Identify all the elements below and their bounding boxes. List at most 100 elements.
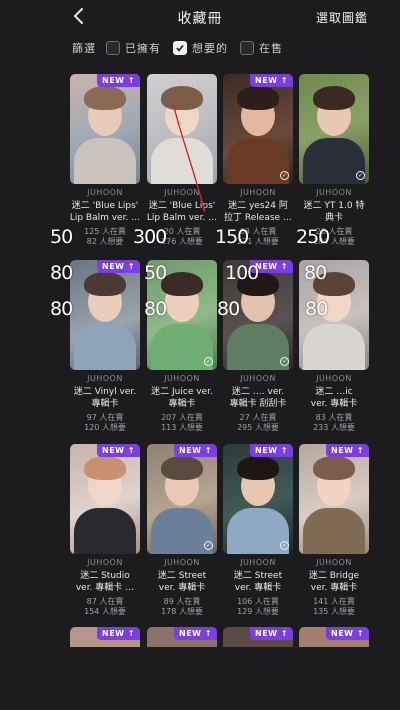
- card-title-line2: ver. 專輯卡: [158, 583, 206, 593]
- new-badge: NEW ↑: [326, 627, 369, 640]
- top-bar: 收藏冊 選取圖鑑: [0, 0, 400, 36]
- photocard-item[interactable]: ✓ JUHOON 迷二 YT 1.0 特 典卡 20 人在賣 184 人想要 2…: [296, 74, 369, 248]
- check-circle-icon: ✓: [204, 541, 213, 550]
- card-title-line1: 迷二 …. ver.: [231, 387, 285, 397]
- handwritten-price: 80: [304, 262, 327, 284]
- photo-shirt: [151, 138, 213, 184]
- photo-hair: [237, 86, 279, 110]
- card-title-line1: 迷二 Bridge: [308, 571, 360, 581]
- card-title-line2: ver. 專輯卡: [310, 583, 358, 593]
- card-partial[interactable]: NEW ↑: [299, 627, 369, 647]
- card-title-line1: 迷二 Street: [233, 571, 283, 581]
- check-circle-icon: ✓: [280, 171, 289, 180]
- photo-shirt: [303, 324, 365, 370]
- card-title-line2: Lip Balm ver. …: [69, 213, 141, 223]
- filter-label: 篩選: [72, 42, 96, 55]
- card-title-line1: 迷二 Studio: [80, 571, 130, 581]
- card-title-line1: 迷二 'Blue Lips': [71, 201, 139, 211]
- filter-on-sale-label: 在售: [259, 42, 283, 55]
- card-title: 迷二 Street ver. 專輯卡: [141, 570, 223, 594]
- card-title: 迷二 yes24 阿 拉丁 Release …: [217, 200, 299, 224]
- photocard-item[interactable]: JUHOON 迷二 'Blue Lips' Lip Balm ver. … 20…: [133, 74, 217, 248]
- photocard-item[interactable]: NEW ↑ ✓ JUHOON 迷二 yes24 阿 拉丁 Release … 63…: [215, 74, 293, 248]
- photocard-image[interactable]: NEW ↑ ✓: [223, 444, 293, 554]
- photo-hair: [84, 456, 126, 480]
- handwritten-price: 100: [225, 262, 259, 284]
- card-title-line2: ver. 專輯卡 …: [75, 583, 135, 593]
- member-name: JUHOON: [316, 374, 352, 383]
- card-partial[interactable]: NEW ↑: [70, 627, 140, 647]
- filter-on-sale[interactable]: 在售: [240, 40, 283, 56]
- checkbox-owned[interactable]: [106, 41, 120, 55]
- photocard-image[interactable]: NEW ↑: [70, 260, 140, 370]
- member-name: JUHOON: [87, 374, 123, 383]
- card-title-line2: Lip Balm ver. …: [146, 213, 218, 223]
- photocard-item[interactable]: NEW ↑ JUHOON 迷二 Studio ver. 專輯卡 … 87 人在賣…: [50, 298, 140, 616]
- check-circle-icon: ✓: [204, 357, 213, 366]
- photocard-image[interactable]: NEW ↑: [70, 74, 140, 184]
- wanted-count: 233 人想要: [313, 423, 355, 432]
- partial-row: NEW ↑ NEW ↑ NEW ↑ NEW ↑: [70, 627, 370, 647]
- card-title: 迷二 Bridge ver. 專輯卡: [293, 570, 375, 594]
- photocard-image[interactable]: NEW ↑: [299, 444, 369, 554]
- card-title-line1: 迷二 yes24 阿: [228, 201, 288, 211]
- photocard-item[interactable]: NEW ↑ JUHOON 迷二 'Blue Lips' Lip Balm ver…: [50, 74, 140, 248]
- photo-shirt: [303, 508, 365, 554]
- handwritten-price: 80: [144, 298, 167, 320]
- member-name: JUHOON: [164, 374, 200, 383]
- card-title: 迷二 YT 1.0 特 典卡: [293, 200, 375, 224]
- card-partial[interactable]: NEW ↑: [223, 627, 293, 647]
- new-badge: NEW ↑: [174, 627, 217, 640]
- photocard-image[interactable]: NEW ↑ ✓: [147, 444, 217, 554]
- card-title-line1: 迷二 Vinyl ver.: [73, 387, 137, 397]
- photocard-image[interactable]: ✓: [299, 74, 369, 184]
- check-circle-icon: ✓: [356, 171, 365, 180]
- photocard-item[interactable]: NEW ↑ ✓ JUHOON 迷二 Street ver. 專輯卡 106 人在賣…: [217, 298, 293, 616]
- card-title-line2: 專輯卡 刮刮卡: [229, 399, 287, 409]
- handwritten-price: 80: [50, 262, 73, 284]
- handwritten-price: 150: [215, 226, 249, 248]
- photo-shirt: [74, 324, 136, 370]
- card-title-line2: ver. 專輯卡: [234, 583, 282, 593]
- filter-wanted-label: 想要的: [192, 42, 228, 55]
- card-title: 迷二 'Blue Lips' Lip Balm ver. …: [64, 200, 146, 224]
- member-name: JUHOON: [87, 188, 123, 197]
- card-partial[interactable]: NEW ↑: [147, 627, 217, 647]
- card-title-line2: 專輯卡: [91, 399, 119, 409]
- new-badge: NEW ↑: [326, 444, 369, 457]
- checkbox-on-sale[interactable]: [240, 41, 254, 55]
- select-album-button[interactable]: 選取圖鑑: [316, 9, 368, 26]
- new-badge: NEW ↑: [97, 627, 140, 640]
- wanted-count: 295 人想要: [237, 423, 279, 432]
- photocard-item[interactable]: NEW ↑ JUHOON 迷二 Bridge ver. 專輯卡 141 人在賣 …: [299, 298, 369, 616]
- handwritten-price: 80: [305, 298, 328, 320]
- photocard-item[interactable]: JUHOON 迷二 …ic ver. 專輯卡 83 人在賣 233 人想要 80: [299, 260, 369, 432]
- card-title-line1: 迷二 Street: [157, 571, 207, 581]
- handwritten-price: 80: [50, 298, 73, 320]
- card-title-line2: ver. 專輯卡: [310, 399, 358, 409]
- photo-hair: [84, 86, 126, 110]
- member-name: JUHOON: [87, 558, 123, 567]
- photocard-item[interactable]: NEW ↑ ✓ JUHOON 迷二 Street ver. 專輯卡 89 人在賣 …: [144, 298, 217, 616]
- filter-bar: 篩選 已擁有 想要的 在售: [72, 38, 295, 58]
- photocard-image[interactable]: [147, 74, 217, 184]
- photocard-item[interactable]: NEW ↑ ✓ JUHOON 迷二 …. ver. 專輯卡 刮刮卡 27 人在賣 …: [223, 260, 293, 432]
- checkbox-wanted[interactable]: [173, 41, 187, 55]
- filter-owned-label: 已擁有: [125, 42, 161, 55]
- member-name: JUHOON: [164, 188, 200, 197]
- handwritten-price: 80: [217, 298, 240, 320]
- photocard-image[interactable]: NEW ↑ ✓: [223, 74, 293, 184]
- photocard-item[interactable]: NEW ↑ JUHOON 迷二 Vinyl ver. 專輯卡 97 人在賣 12…: [50, 260, 140, 432]
- photo-hair: [161, 272, 203, 296]
- handwritten-price: 250: [296, 226, 330, 248]
- photocard-item[interactable]: ✓ JUHOON 迷二 Juice ver. 專輯卡 207 人在賣 113 人…: [144, 260, 217, 432]
- handwritten-price: 50: [144, 262, 167, 284]
- photocard-image[interactable]: NEW ↑: [70, 444, 140, 554]
- check-icon: [176, 45, 184, 52]
- card-title: 迷二 Studio ver. 專輯卡 …: [64, 570, 146, 594]
- card-title: 迷二 …. ver. 專輯卡 刮刮卡: [217, 386, 299, 410]
- check-circle-icon: ✓: [280, 357, 289, 366]
- filter-owned[interactable]: 已擁有: [106, 40, 161, 56]
- filter-wanted[interactable]: 想要的: [173, 40, 228, 56]
- member-name: JUHOON: [240, 374, 276, 383]
